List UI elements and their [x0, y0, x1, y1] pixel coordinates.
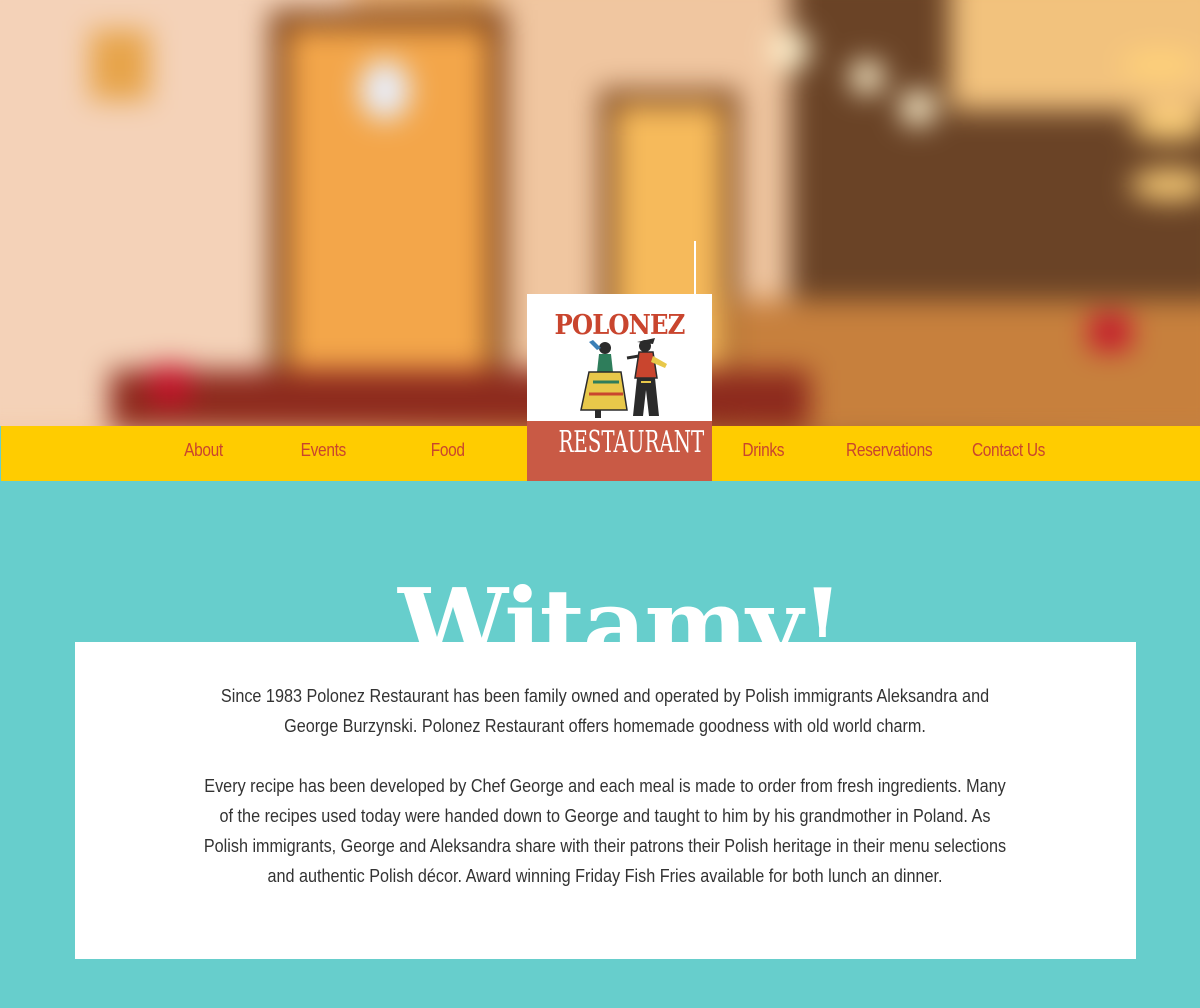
- logo-bottom-text: RESTAURANT: [558, 425, 705, 460]
- nav-events-link[interactable]: Events: [301, 426, 347, 481]
- nav-food-link[interactable]: Food: [431, 426, 465, 481]
- intro-paragraph: Since 1983 Polonez Restaurant has been f…: [220, 686, 990, 736]
- nav-drinks-link[interactable]: Drinks: [742, 426, 784, 481]
- nav-about-link[interactable]: About: [184, 426, 223, 481]
- intro-card: Since 1983 Polonez Restaurant has been f…: [75, 642, 1136, 959]
- logo-connector-line: [694, 241, 696, 294]
- dancers-icon: [580, 338, 667, 418]
- logo[interactable]: POLONEZ RESTAURANT: [527, 294, 712, 481]
- nav-contact-us-link[interactable]: Contact Us: [972, 426, 1045, 481]
- recipe-paragraph: Every recipe has been developed by Chef …: [203, 776, 1007, 886]
- logo-banner: RESTAURANT: [527, 421, 712, 481]
- nav-reservations-link[interactable]: Reservations: [846, 426, 933, 481]
- logo-top-text: POLONEZ: [554, 310, 686, 341]
- page: About Events Food Drinks Reservations Co…: [0, 0, 1200, 1008]
